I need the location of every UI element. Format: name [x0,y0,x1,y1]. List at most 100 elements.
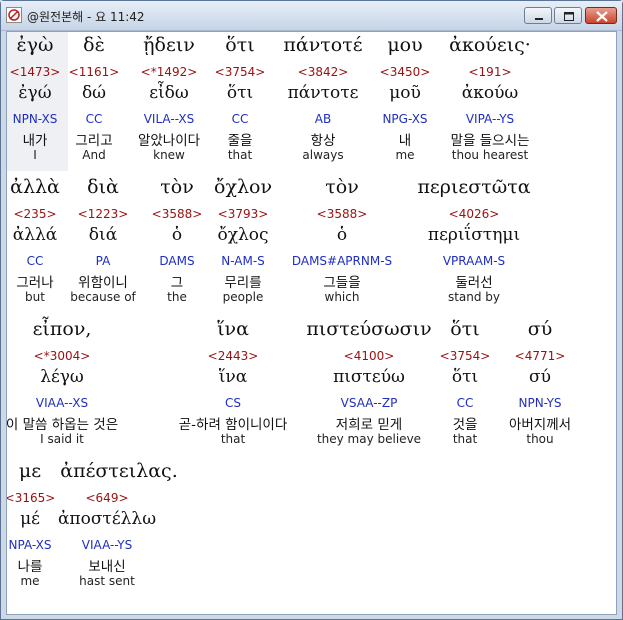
word-morph: NPN-YS [518,396,562,410]
interlinear-view[interactable]: ἐγὼ <1473> ἐγώ NPN-XS 내가 Iδὲ <1161> δώ CC 그리고 And ᾔ… [6,31,617,615]
word-lemma: ἵνα [218,367,248,387]
word-strong: <*3004> [33,349,91,363]
word-lemma: ἀλλά [12,225,58,245]
close-icon [596,11,608,22]
word-korean: 항상 [310,133,336,149]
word-greek[interactable]: σύ [528,318,553,340]
word-english: they may believe [316,432,422,446]
word-strong: <1473> [9,65,61,79]
maximize-button[interactable] [554,7,582,24]
word-lemma: λέγω [40,367,84,387]
word-lemma: ἀποστέλλω [57,509,157,529]
word-greek[interactable]: ὅτι [225,34,254,56]
word-korean: 그러나 [16,275,54,291]
word-strong: <*1492> [140,65,198,79]
word-strong: <4771> [514,349,566,363]
word-morph: CC [26,254,44,268]
word-korean: 둘러선 [455,275,493,291]
word-morph: VIAA--YS [81,538,133,552]
word-english: because of [70,290,136,304]
word-english: people [222,290,264,304]
word-english: thou hearest [451,148,529,162]
word-greek[interactable]: ἀκούεις· [449,34,531,56]
word-strong: <3842> [297,65,349,79]
word-strong: <649> [85,491,129,505]
window-title: @원전본해 - 요 11:42 [27,10,145,24]
app-logo-icon[interactable] [6,7,22,23]
word-korean: 저희로 믿게 [335,417,403,433]
word-morph: VPRAAM-S [442,254,506,268]
word-english: knew [153,148,185,162]
word-morph: VIPA--YS [465,112,515,126]
word-english: hast sent [79,574,135,588]
word-greek[interactable]: πάντοτέ [283,34,362,56]
word-strong: <191> [468,65,512,79]
word-lemma: ὅτι [226,83,254,103]
word-morph: DAMS [159,254,195,268]
word-lemma: ἀκούω [461,83,519,103]
word-lemma: μοῦ [389,83,421,103]
word-greek[interactable]: μου [387,34,422,56]
word-greek[interactable]: ἀλλὰ [10,176,60,198]
word-strong: <4026> [448,207,500,221]
word-english: which [324,290,360,304]
word-greek[interactable]: τὸν [160,176,194,198]
word-morph: NPN-XS [12,112,58,126]
word-korean: 아버지께서 [508,417,572,433]
word-morph: VSAA--ZP [340,396,398,410]
word-strong: <3793> [217,207,269,221]
word-english: the [167,290,187,304]
close-button[interactable] [585,7,617,24]
word-english: that [220,432,246,446]
minimize-button[interactable] [524,7,552,24]
word-english: me [20,574,40,588]
word-greek[interactable]: ὄχλον [214,176,272,198]
word-greek[interactable]: διὰ [87,176,119,198]
word-korean: 이 말씀 하옵는 것은 [6,417,119,433]
word-korean: 보내신 [88,559,126,575]
word-morph: AB [314,112,332,126]
word-lemma: ὅτι [451,367,479,387]
word-korean: 그들을 [323,275,361,291]
word-greek[interactable]: ὅτι [450,318,479,340]
word-korean: 줄을 [227,133,253,149]
word-morph: NPG-XS [382,112,428,126]
word-korean: 무리를 [224,275,262,291]
word-greek[interactable]: ἐγὼ [16,34,53,56]
word-strong: <1161> [68,65,120,79]
word-lemma: πιστεύω [333,367,405,387]
title-bar[interactable]: @원전본해 - 요 11:42 [1,1,622,31]
minimize-icon [535,18,543,20]
word-english: but [25,290,45,304]
word-morph: VIAA--XS [35,396,89,410]
word-morph: NPA-XS [8,538,52,552]
word-greek[interactable]: με [19,460,41,482]
word-greek[interactable]: πιστεύσωσιν [306,318,431,340]
word-lemma: μέ [20,509,40,529]
word-strong: <1223> [77,207,129,221]
word-korean: 내가 [22,133,48,149]
word-greek[interactable]: ἵνα [217,318,249,340]
word-greek[interactable]: ᾔδειν [143,34,195,56]
word-korean: 그 [170,275,184,291]
word-lemma: περιΐστημι [427,225,521,245]
word-greek[interactable]: τὸν [325,176,359,198]
word-strong: <3588> [151,207,203,221]
word-strong: <4100> [343,349,395,363]
word-greek[interactable]: περιεστῶτα [417,176,530,198]
word-lemma: ὁ [336,225,348,245]
word-lemma: διά [88,225,118,245]
word-greek[interactable]: ἀπέστειλας. [60,460,178,482]
word-greek[interactable]: δὲ [83,34,105,56]
word-morph: CS [225,396,241,410]
word-english: I [33,148,37,162]
word-korean: 위함이니 [78,275,128,291]
word-korean: 내 [398,133,412,149]
word-greek[interactable]: εἶπον, [33,318,92,340]
word-lemma: πάντοτε [287,83,359,103]
word-lemma: εἶδω [149,83,189,103]
word-morph: PA [95,254,111,268]
app-window: @원전본해 - 요 11:42 ἐγὼ <1473> ἐγώ NPN-XS 내가 Iδὲ <… [0,0,623,620]
word-morph: CC [231,112,249,126]
word-lemma: σύ [529,367,551,387]
